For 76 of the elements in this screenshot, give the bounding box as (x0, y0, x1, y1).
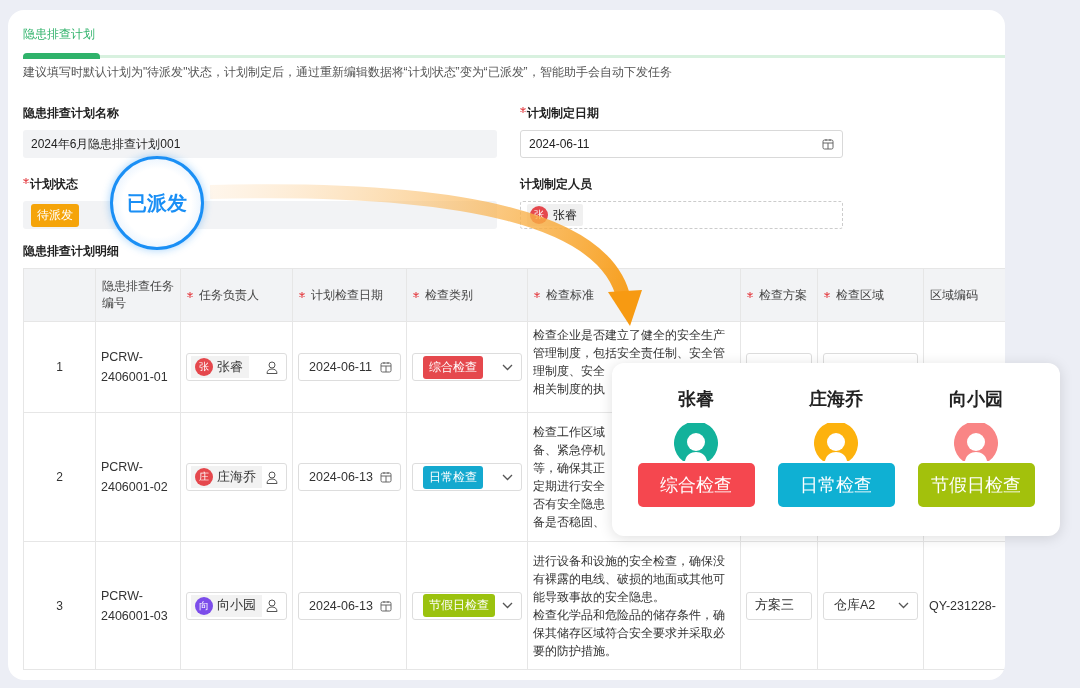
date-field[interactable]: 2024-06-13 (298, 463, 401, 491)
avatar-icon: 张 (195, 358, 213, 376)
person-select[interactable]: 向 向小园 (186, 591, 287, 620)
task-code: PCRW-2406001-01 (101, 349, 169, 386)
person-select[interactable]: 庄 庄海乔 (186, 463, 287, 491)
status-tag: 待派发 (31, 203, 79, 227)
standard-text-line: 检查化学品和危险品的储存条件，确 (533, 606, 725, 624)
person-field[interactable]: 张 张睿 (520, 201, 843, 229)
category-button[interactable]: 综合检查 (637, 463, 755, 507)
field-label: 计划制定人员 (520, 177, 592, 191)
person-name: 张睿 (678, 388, 714, 411)
avatar-icon (954, 423, 998, 461)
standard-text-line: 检查企业是否建立了健全的安全生产 (533, 327, 725, 344)
category-select[interactable]: 综合检查 (412, 353, 522, 381)
person-name: 向小园 (217, 597, 256, 614)
date-field[interactable]: 2024-06-11 (298, 353, 401, 381)
standard-text-line: 相关制度的执 (533, 381, 605, 398)
area-code: QY-231228- (929, 598, 996, 613)
column-header: 检查类别 (425, 286, 473, 304)
chevron-down-icon (502, 473, 513, 481)
row-number: 1 (56, 360, 63, 374)
category-tag: 日常检查 (423, 465, 483, 489)
standard-text-line: 备、紧急停机 (533, 442, 605, 459)
chevron-down-icon (502, 602, 513, 609)
date-field[interactable]: 2024-06-11 (520, 130, 843, 158)
standard-text-line: 有裸露的电线、破损的地面或其他可 (533, 570, 725, 588)
avatar-icon: 庄 (195, 468, 213, 486)
person-name: 向小园 (949, 388, 1003, 411)
calendar-icon (822, 138, 834, 150)
date-field[interactable]: 2024-06-13 (298, 591, 401, 620)
hint-text: 建议填写时默认计划为"待派发"状态，计划制定后，通过重新编辑数据将“计划状态”变为“已派发”，智能助手会自动下发任务 (23, 64, 673, 81)
standard-text-line: 管理制度，包括安全责任制、安全管 (533, 345, 725, 362)
row-number: 3 (56, 598, 63, 613)
column-header: 计划检查日期 (311, 286, 383, 304)
person-select[interactable]: 张 张睿 (186, 353, 287, 381)
column-header: 任务负责人 (199, 286, 259, 304)
name-field[interactable]: 2024年6月隐患排查计划001 (23, 130, 497, 158)
column-header: 区域编码 (930, 286, 978, 304)
user-icon (266, 470, 278, 484)
standard-text-line: 检查工作区域 (533, 424, 605, 441)
user-icon (266, 599, 278, 612)
standard-text-line: 备是否稳固、 (533, 514, 605, 531)
person-name: 庄海乔 (809, 388, 863, 411)
column-header: 隐患排查任务编号 (102, 278, 174, 312)
field-label: 隐患排查计划名称 (23, 106, 119, 120)
plan-field[interactable]: 方案三 (746, 591, 812, 620)
category-tag: 综合检查 (423, 355, 483, 379)
column-header: 检查方案 (759, 286, 807, 304)
standard-text-line: 定期进行安全 (533, 478, 605, 495)
person-name: 张睿 (217, 358, 243, 376)
row-number: 2 (56, 470, 63, 484)
standard-text-line: 保其储存区域符合安全要求并采取必 (533, 624, 725, 642)
avatar-icon: 向 (195, 596, 213, 615)
avatar-icon (814, 423, 858, 461)
field-label: 计划状态 (30, 177, 78, 191)
field-label: 计划制定日期 (527, 106, 599, 120)
calendar-icon (380, 599, 392, 612)
column-header: 检查区域 (836, 286, 884, 304)
standard-text-line: 进行设备和设施的安全检查，确保没 (533, 552, 725, 570)
task-code: PCRW-2406001-03 (101, 587, 169, 625)
calendar-icon (380, 361, 392, 373)
standard-text-line: 否有安全隐患 (533, 496, 605, 513)
calendar-icon (380, 471, 392, 483)
column-header: 检查标准 (546, 286, 594, 304)
user-icon (266, 360, 278, 374)
standard-text-line: 理制度、安全 (533, 363, 605, 380)
standard-text-line: 能导致事故的安全隐患。 (533, 588, 665, 606)
avatar-icon (674, 423, 718, 461)
standard-text-line: 要的防护措施。 (533, 642, 617, 660)
category-tag: 节假日检查 (423, 594, 495, 617)
chevron-down-icon (898, 602, 909, 609)
standard-text-line: 等，确保其正 (533, 460, 605, 477)
task-code: PCRW-2406001-02 (101, 459, 169, 496)
area-select[interactable]: 仓库A2 (823, 591, 918, 620)
chevron-down-icon (502, 363, 513, 371)
person-name: 庄海乔 (217, 468, 256, 486)
